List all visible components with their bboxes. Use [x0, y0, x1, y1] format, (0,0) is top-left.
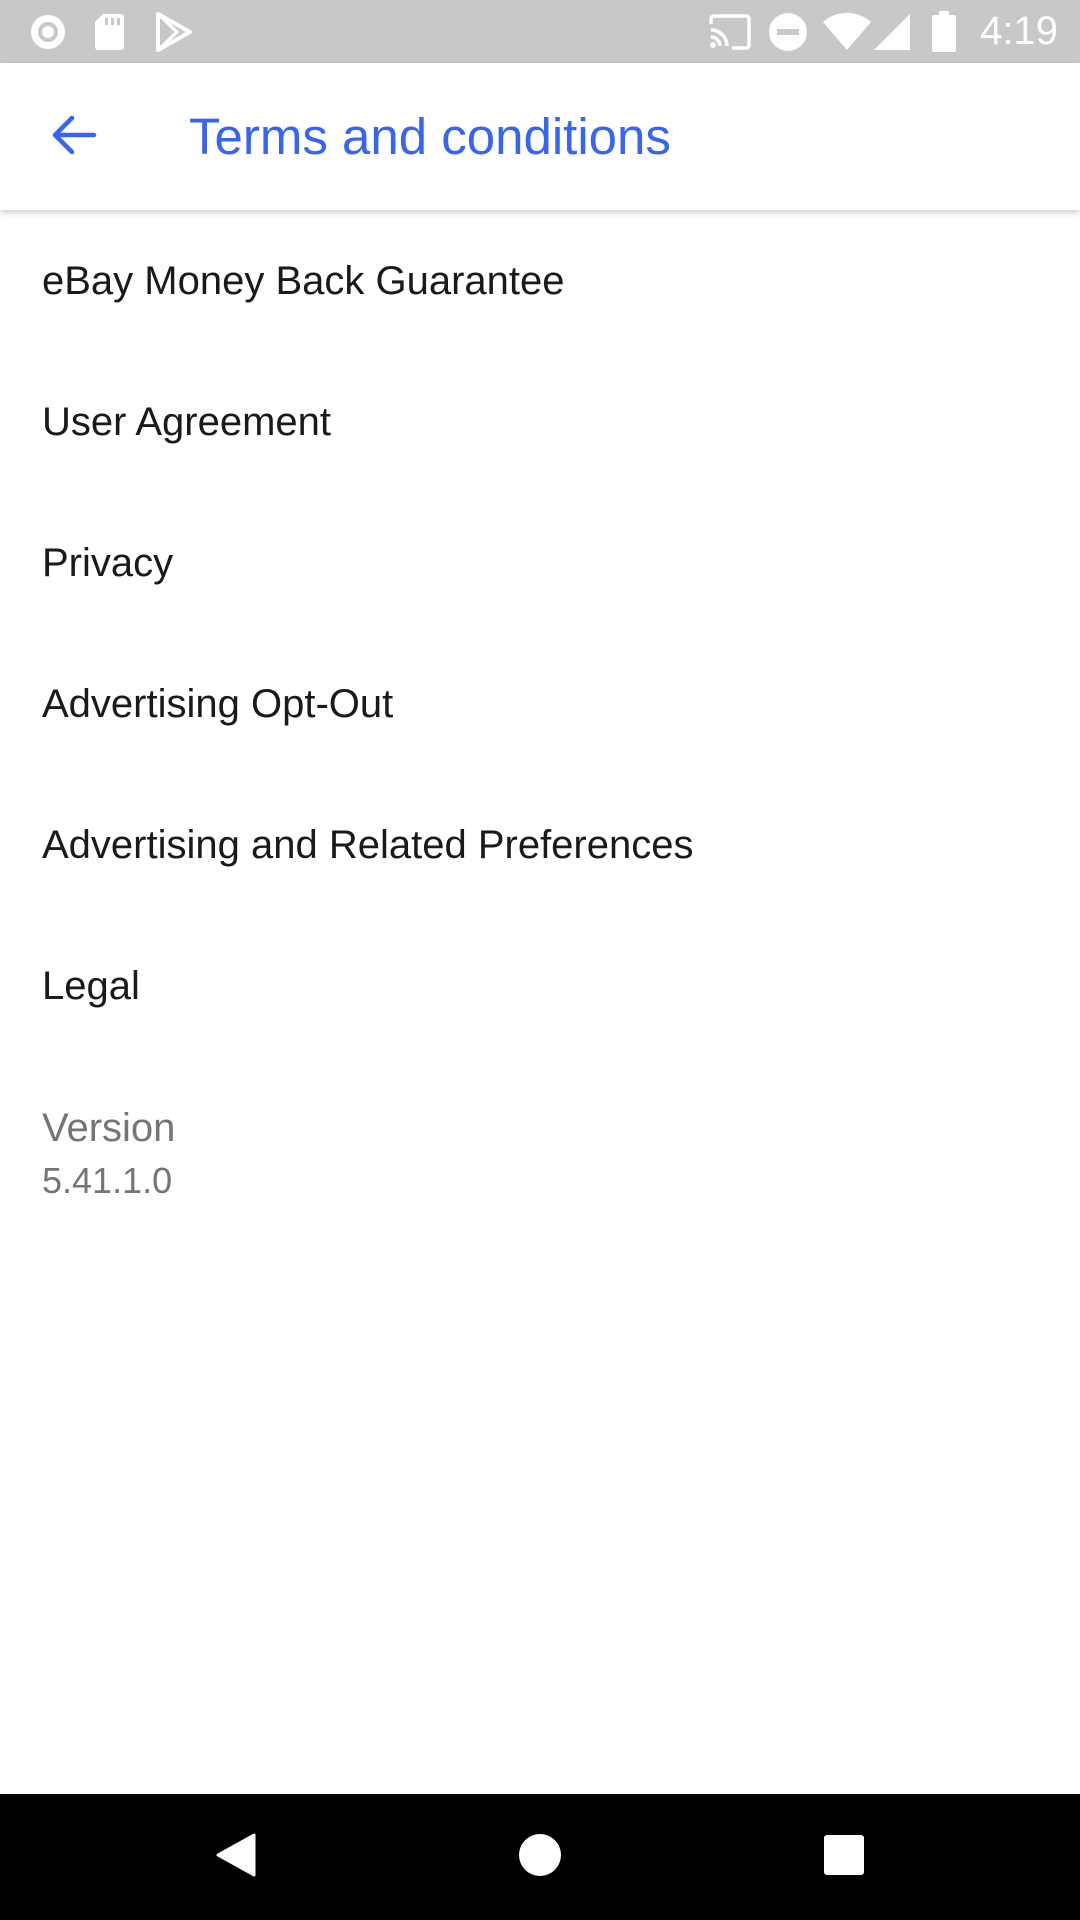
play-store-icon	[154, 0, 194, 63]
system-nav-bar	[0, 1794, 1080, 1920]
menu-item-label: Legal	[42, 964, 140, 1008]
do-not-disturb-icon	[768, 0, 808, 63]
nav-back-button[interactable]	[176, 1794, 296, 1920]
menu-item-advertising-preferences[interactable]: Advertising and Related Preferences	[0, 775, 1080, 916]
menu-item-label: Advertising and Related Preferences	[42, 823, 694, 867]
menu-item-money-back-guarantee[interactable]: eBay Money Back Guarantee	[0, 210, 1080, 352]
version-label: Version	[42, 1106, 176, 1150]
menu-item-privacy[interactable]: Privacy	[0, 493, 1080, 634]
arrow-back-icon	[50, 113, 98, 162]
menu-item-label: Advertising Opt-Out	[42, 682, 394, 726]
terms-menu-list: eBay Money Back Guarantee User Agreement…	[0, 210, 1080, 1057]
menu-item-label: User Agreement	[42, 400, 332, 444]
nav-recents-icon	[823, 1834, 865, 1881]
menu-item-user-agreement[interactable]: User Agreement	[0, 352, 1080, 493]
menu-item-label: eBay Money Back Guarantee	[42, 258, 565, 303]
sd-card-icon	[92, 0, 126, 63]
circle-notification-icon	[28, 0, 68, 63]
nav-home-icon	[517, 1832, 563, 1883]
version-value: 5.41.1.0	[42, 1160, 173, 1201]
nav-back-icon	[214, 1831, 258, 1884]
back-button[interactable]	[30, 101, 118, 173]
app-bar: Terms and conditions	[0, 63, 1080, 210]
status-bar: 4:19	[0, 0, 1080, 63]
menu-item-label: Privacy	[42, 541, 174, 585]
menu-item-advertising-opt-out[interactable]: Advertising Opt-Out	[0, 634, 1080, 775]
nav-home-button[interactable]	[480, 1794, 600, 1920]
wifi-icon	[822, 0, 872, 63]
version-info: Version 5.41.1.0	[42, 1100, 175, 1206]
battery-icon	[930, 0, 958, 63]
signal-icon	[872, 0, 912, 63]
status-time: 4:19	[980, 9, 1058, 53]
menu-item-legal[interactable]: Legal	[0, 916, 1080, 1057]
screen: 4:19 Terms and conditions eBay Money Bac…	[0, 0, 1080, 1920]
cast-icon	[708, 0, 752, 63]
page-title: Terms and conditions	[189, 108, 671, 165]
nav-recents-button[interactable]	[784, 1794, 904, 1920]
